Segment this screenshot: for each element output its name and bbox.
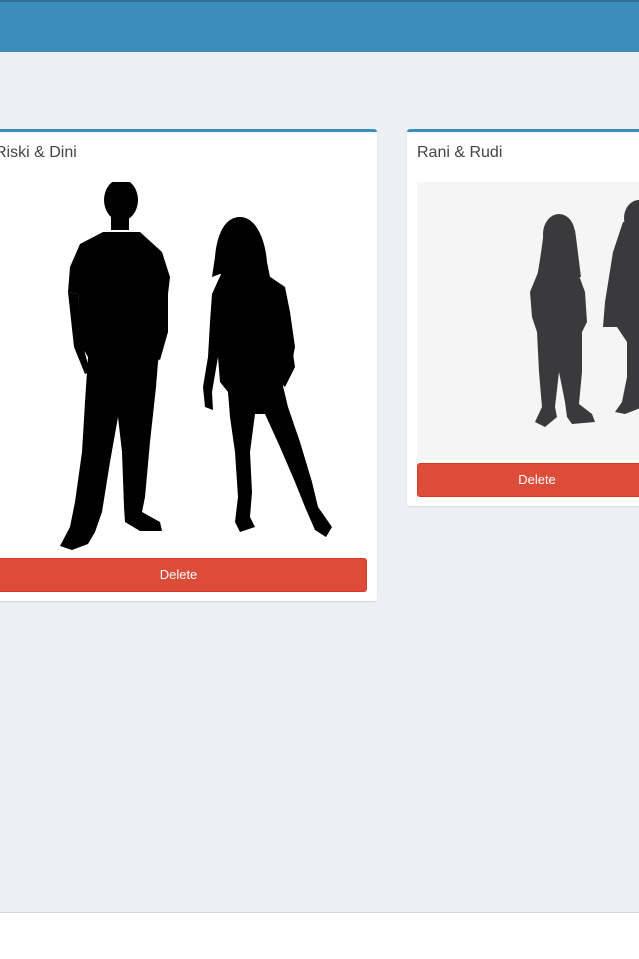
couple-silhouette-icon	[530, 200, 639, 427]
couple-photo	[0, 182, 367, 554]
delete-button[interactable]: Delete	[417, 463, 639, 497]
delete-button[interactable]: Delete	[0, 558, 367, 592]
couple-photo	[417, 182, 639, 460]
couple-silhouette-icon	[60, 182, 332, 550]
top-navbar	[0, 0, 639, 52]
couple-card: Riski & Dini Delete	[0, 129, 377, 601]
card-title: Riski & Dini	[0, 144, 77, 161]
couple-card: Rani & Rudi Delete	[407, 129, 639, 506]
card-title: Rani & Rudi	[417, 144, 503, 161]
footer	[0, 912, 639, 959]
